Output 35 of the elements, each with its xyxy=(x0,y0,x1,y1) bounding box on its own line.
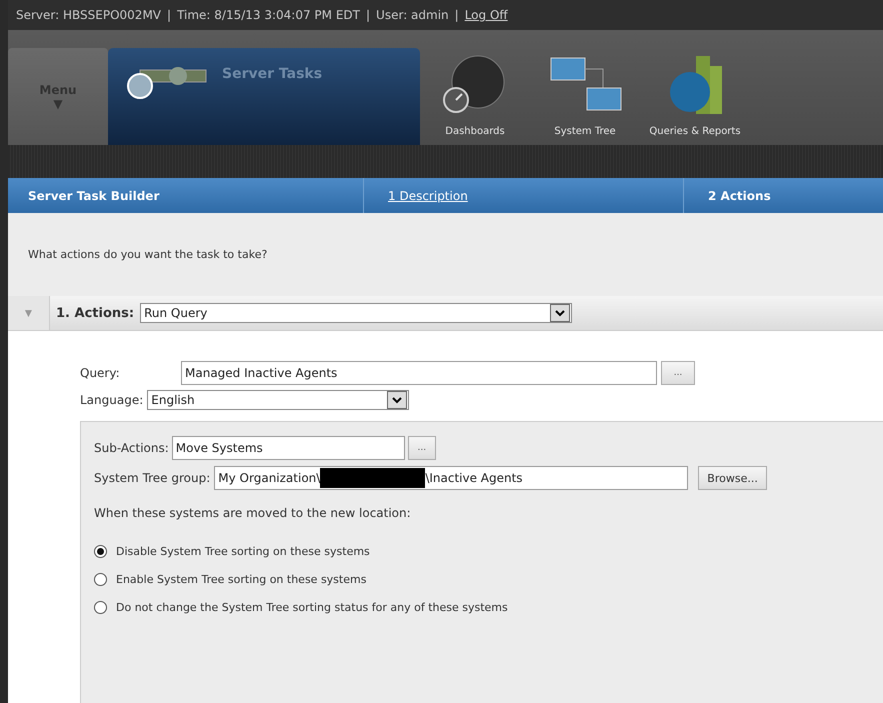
browse-button[interactable]: Browse... xyxy=(698,466,767,490)
server-globe-icon xyxy=(126,66,208,100)
radio-button[interactable] xyxy=(94,544,107,558)
time-text: Time: 8/15/13 3:04:07 PM EDT xyxy=(177,8,360,22)
radio-button[interactable] xyxy=(94,572,107,586)
separator: | xyxy=(454,8,459,22)
query-field[interactable]: Managed Inactive Agents xyxy=(181,361,657,385)
nav-item[interactable]: Dashboards xyxy=(420,48,530,145)
query-label: Query: xyxy=(80,366,121,380)
question-text: What actions do you want the task to take? xyxy=(28,248,268,261)
nav-item[interactable]: Queries & Reports xyxy=(640,48,750,145)
sub-actions-field[interactable]: Move Systems xyxy=(172,436,405,460)
server-name: Server: HBSSEPO002MV xyxy=(16,8,162,22)
language-dropdown[interactable]: English xyxy=(147,390,410,410)
sorting-option[interactable]: Enable System Tree sorting on these systems xyxy=(94,568,883,590)
nav-item[interactable]: System Tree xyxy=(530,48,640,145)
sorting-option[interactable]: Do not change the System Tree sorting status for any of these systems xyxy=(94,596,883,618)
sorting-option[interactable]: Disable System Tree sorting on these systems xyxy=(94,540,883,562)
actions-label: 1. Actions: xyxy=(56,306,134,320)
actions-dropdown[interactable]: Run Query xyxy=(140,303,572,323)
builder-title: Server Task Builder xyxy=(27,188,160,202)
user-text: User: admin xyxy=(376,8,449,22)
group-field[interactable]: My Organization\ \Inactive Agents xyxy=(214,466,688,490)
sub-actions-picker-button[interactable]: ... xyxy=(408,436,436,460)
radio-button[interactable] xyxy=(94,600,107,614)
move-prompt: When these systems are moved to the new location: xyxy=(94,506,412,520)
sub-actions-label: Sub-Actions: xyxy=(94,441,169,455)
group-label: System Tree group: xyxy=(94,471,210,485)
query-picker-button[interactable]: ... xyxy=(661,361,695,385)
log-off-link[interactable]: Log Off xyxy=(464,8,508,22)
caret-icon xyxy=(550,304,570,322)
language-label: Language: xyxy=(80,393,144,407)
caret-icon xyxy=(387,391,408,409)
separator: | xyxy=(366,8,370,22)
separator: | xyxy=(167,8,172,22)
